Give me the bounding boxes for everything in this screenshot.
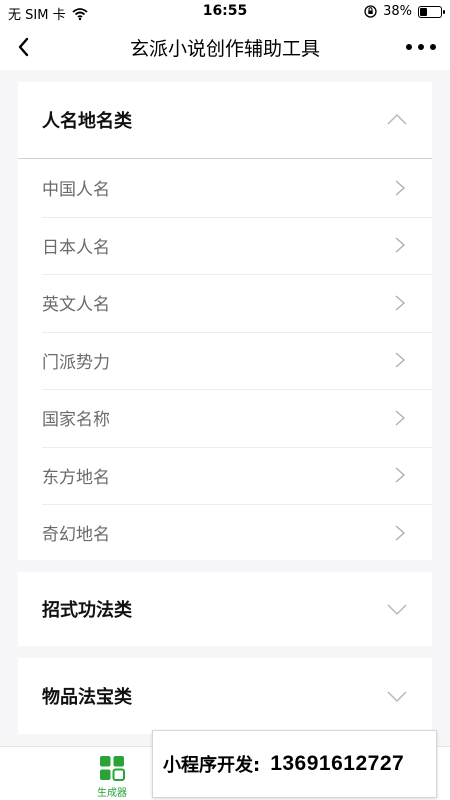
list-item-label: 国家名称: [42, 410, 110, 431]
section-card-skills[interactable]: 招式功法类: [18, 572, 432, 646]
banner-phone: 13691612727: [270, 752, 405, 775]
list-item-label: 日本人名: [42, 237, 110, 258]
battery-icon: [418, 5, 445, 18]
section-title: 人名地名类: [42, 111, 132, 132]
list-item-eastern-places[interactable]: 东方地名: [18, 446, 432, 505]
section-title: 物品法宝类: [42, 687, 132, 708]
section-card-treasures[interactable]: 物品法宝类: [18, 658, 432, 734]
list-item-english-names[interactable]: 英文人名: [18, 274, 432, 332]
grid-icon: [100, 756, 125, 781]
section-list: 中国人名 日本人名 英文人名 门派势力 国家名称 东方地名 奇幻地名: [18, 159, 432, 562]
more-dot: [418, 44, 424, 50]
list-item-country-names[interactable]: 国家名称: [18, 389, 432, 447]
chevron-right-icon: [395, 237, 406, 253]
section-header-treasures[interactable]: 物品法宝类: [18, 658, 432, 734]
chevron-right-icon: [395, 180, 406, 196]
battery-level: [420, 7, 427, 16]
chevron-right-icon: [395, 352, 406, 368]
list-item-label: 东方地名: [42, 467, 110, 488]
status-bar: 无 SIM 卡 16:55 38%: [0, 0, 450, 24]
more-options-icon[interactable]: [406, 35, 436, 59]
page-title: 玄派小说创作辅助工具: [129, 38, 320, 60]
list-item-chinese-names[interactable]: 中国人名: [18, 159, 432, 217]
more-dot: [406, 44, 412, 50]
chevron-up-icon: [387, 113, 407, 125]
orientation-lock-icon: [364, 5, 377, 18]
status-right: 38%: [364, 4, 445, 19]
list-item-label: 门派势力: [42, 352, 110, 373]
list-item-label: 中国人名: [42, 180, 110, 201]
chevron-right-icon: [395, 467, 406, 483]
nav-bar: 玄派小说创作辅助工具: [0, 24, 450, 70]
list-item-japanese-names[interactable]: 日本人名: [18, 216, 432, 275]
more-dot: [430, 44, 436, 50]
chevron-down-icon: [387, 604, 407, 616]
developer-contact-banner: 小程序开发: 13691612727: [152, 730, 437, 798]
back-arrow-icon[interactable]: [12, 33, 40, 61]
chevron-right-icon: [395, 410, 406, 426]
list-item-label: 英文人名: [42, 295, 110, 316]
section-header-skills[interactable]: 招式功法类: [18, 572, 432, 646]
chevron-right-icon: [395, 295, 406, 311]
battery-percent: 38%: [383, 4, 412, 19]
section-card-names: 人名地名类 中国人名 日本人名 英文人名 门派势力 国家名称 东方地名 奇幻地名: [18, 82, 432, 560]
section-title: 招式功法类: [42, 600, 132, 621]
section-header-names[interactable]: 人名地名类: [18, 82, 432, 158]
chevron-down-icon: [387, 691, 407, 703]
list-item-label: 奇幻地名: [42, 525, 110, 546]
list-item-fantasy-places[interactable]: 奇幻地名: [18, 504, 432, 562]
tab-label: 生成器: [97, 788, 127, 799]
list-item-sect-factions[interactable]: 门派势力: [18, 331, 432, 390]
chevron-right-icon: [395, 525, 406, 541]
tab-generator[interactable]: 生成器: [87, 755, 137, 799]
banner-label: 小程序开发:: [163, 755, 261, 776]
